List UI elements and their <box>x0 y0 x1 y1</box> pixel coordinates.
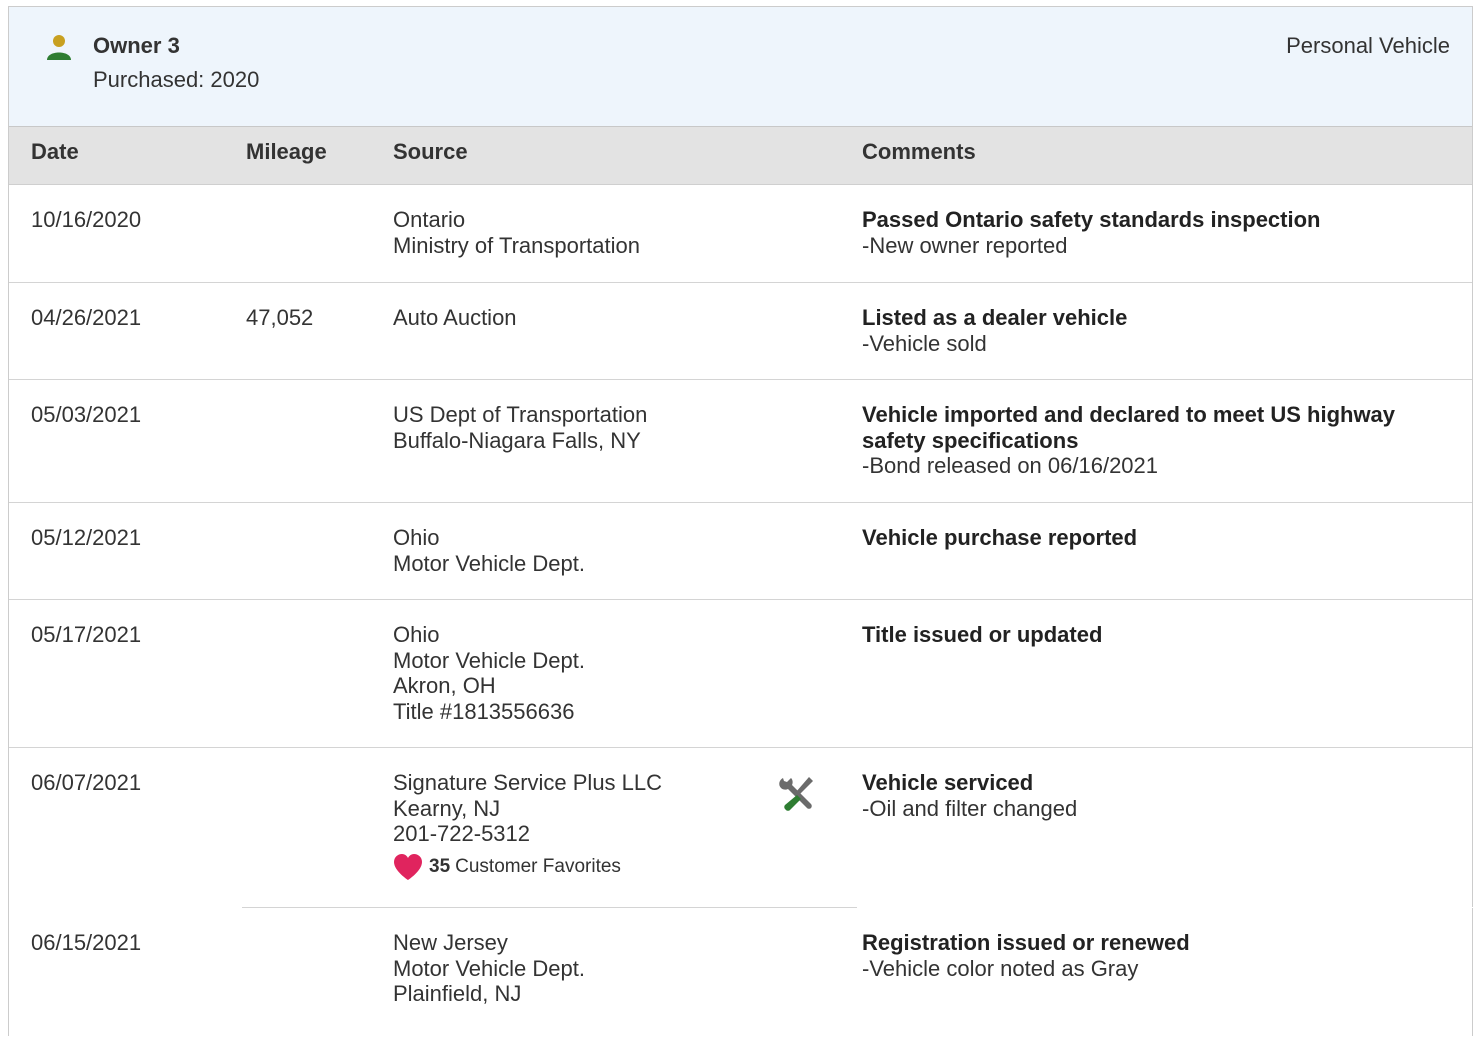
row-source: Ontario Ministry of Transportation <box>393 207 640 258</box>
favorites-label: Customer Favorites <box>455 855 621 877</box>
row-mileage: 47,052 <box>246 305 314 330</box>
wrench-screwdriver-icon <box>779 777 813 811</box>
table-row: 06/07/2021 Signature Service Plus LLC Ke… <box>9 748 1474 908</box>
row-date: 06/07/2021 <box>31 770 142 795</box>
row-comments: Vehicle imported and declared to meet US… <box>862 402 1422 479</box>
row-source: Ohio Motor Vehicle Dept. Akron, OH Title… <box>393 622 585 724</box>
table-row: 05/17/2021 Ohio Motor Vehicle Dept. Akro… <box>9 600 1472 748</box>
row-source: Ohio Motor Vehicle Dept. <box>393 525 585 576</box>
row-source: Signature Service Plus LLC Kearny, NJ 20… <box>393 770 662 881</box>
comment-title: Passed Ontario safety standards inspecti… <box>862 207 1321 232</box>
table-header: Date Mileage Source Comments <box>9 127 1472 185</box>
row-source: US Dept of Transportation Buffalo-Niagar… <box>393 402 647 453</box>
source-line: Kearny, NJ <box>393 795 501 821</box>
row-comments: Vehicle purchase reported <box>862 525 1442 551</box>
comment-detail: -New owner reported <box>862 232 1068 258</box>
comment-title: Registration issued or renewed <box>862 930 1190 955</box>
column-header-comments: Comments <box>862 139 976 164</box>
row-source: New Jersey Motor Vehicle Dept. Plainfiel… <box>393 930 585 1007</box>
column-header-source: Source <box>393 139 468 164</box>
row-comments: Passed Ontario safety standards inspecti… <box>862 207 1442 258</box>
row-date: 06/15/2021 <box>31 930 142 955</box>
row-date: 05/12/2021 <box>31 525 142 550</box>
source-line: Plainfield, NJ <box>393 981 522 1006</box>
comment-detail: -Oil and filter changed <box>862 795 1078 821</box>
comment-title: Title issued or updated <box>862 622 1103 647</box>
column-header-mileage: Mileage <box>246 139 327 164</box>
source-line: US Dept of Transportation <box>393 402 648 427</box>
row-comments: Title issued or updated <box>862 622 1442 648</box>
source-line: Signature Service Plus LLC <box>393 770 663 795</box>
source-line: Motor Vehicle Dept. <box>393 647 585 673</box>
row-source: Auto Auction <box>393 305 517 331</box>
table-row: 05/12/2021 Ohio Motor Vehicle Dept. Vehi… <box>9 503 1472 600</box>
source-line: Title #1813556636 <box>393 698 575 724</box>
table-row: 05/03/2021 US Dept of Transportation Buf… <box>9 380 1472 503</box>
row-date: 10/16/2020 <box>31 207 142 232</box>
row-comments: Vehicle serviced -Oil and filter changed <box>862 770 1442 821</box>
source-line: Buffalo-Niagara Falls, NY <box>393 427 641 453</box>
comment-title: Vehicle serviced <box>862 770 1034 795</box>
favorites-count: 35 <box>429 855 451 877</box>
table-row: 06/15/2021 New Jersey Motor Vehicle Dept… <box>9 908 1472 1048</box>
customer-favorites[interactable]: 35 Customer Favorites <box>393 853 662 881</box>
table-row: 10/16/2020 Ontario Ministry of Transport… <box>9 185 1472 283</box>
owner-history-card: Owner 3 Purchased: 2020 Personal Vehicle… <box>8 6 1474 1036</box>
source-line: Auto Auction <box>393 305 517 330</box>
comment-detail: -Bond released on 06/16/2021 <box>862 453 1159 478</box>
row-comments: Registration issued or renewed -Vehicle … <box>862 930 1442 981</box>
source-line: Motor Vehicle Dept. <box>393 955 585 981</box>
row-date: 04/26/2021 <box>31 305 142 330</box>
row-comments: Listed as a dealer vehicle -Vehicle sold <box>862 305 1442 356</box>
source-line: 201-722-5312 <box>393 821 531 846</box>
comment-detail: -Vehicle color noted as Gray <box>862 955 1139 981</box>
table-row: 04/26/2021 47,052 Auto Auction Listed as… <box>9 283 1472 380</box>
heart-icon <box>394 853 422 880</box>
source-line: Akron, OH <box>393 673 496 698</box>
source-line: Ministry of Transportation <box>393 232 640 258</box>
owner-purchased: Purchased: 2020 <box>93 67 260 92</box>
owner-title: Owner 3 <box>93 33 180 58</box>
comment-detail: -Vehicle sold <box>862 330 987 356</box>
source-line: Ontario <box>393 207 466 232</box>
person-icon <box>47 35 71 60</box>
comment-title: Vehicle purchase reported <box>862 525 1138 550</box>
source-line: New Jersey <box>393 930 508 955</box>
comment-title: Listed as a dealer vehicle <box>862 305 1128 330</box>
source-line: Ohio <box>393 525 440 550</box>
owner-header: Owner 3 Purchased: 2020 Personal Vehicle <box>9 7 1472 127</box>
source-line: Ohio <box>393 622 440 647</box>
comment-title: Vehicle imported and declared to meet US… <box>862 402 1396 453</box>
row-date: 05/03/2021 <box>31 402 142 427</box>
source-line: Motor Vehicle Dept. <box>393 550 585 576</box>
vehicle-type: Personal Vehicle <box>1286 33 1450 58</box>
row-date: 05/17/2021 <box>31 622 142 647</box>
column-header-date: Date <box>31 139 79 164</box>
